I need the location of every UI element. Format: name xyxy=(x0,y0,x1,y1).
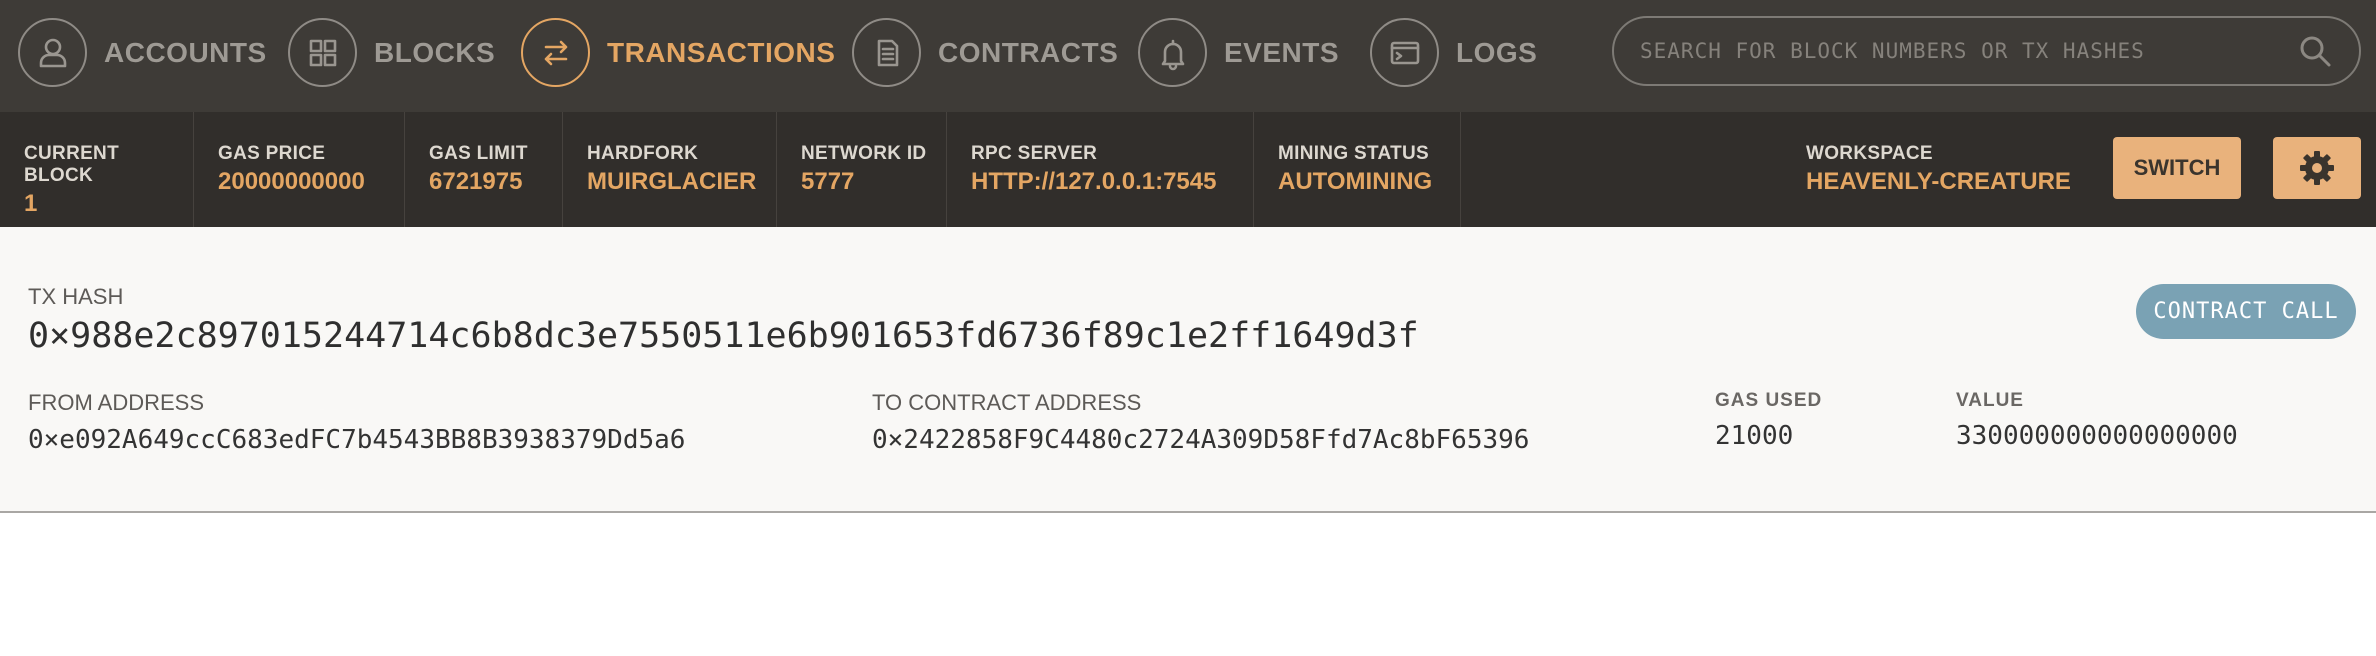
stat-gas-price: GAS PRICE 20000000000 xyxy=(194,112,405,227)
status-bar: CURRENT BLOCK 1 GAS PRICE 20000000000 GA… xyxy=(0,112,2376,227)
from-address-label: FROM ADDRESS xyxy=(28,390,205,415)
tx-hash-label: TX HASH xyxy=(28,284,124,309)
to-contract-address-value[interactable]: 0×2422858F9C4480c2724A309D58Ffd7Ac8bF653… xyxy=(872,425,1529,455)
stat-gas-limit-value: 6721975 xyxy=(429,168,523,195)
stat-mining-status: MINING STATUS AUTOMINING xyxy=(1254,112,1461,227)
stat-current-block-label: CURRENT BLOCK xyxy=(24,143,119,186)
transaction-detail-card xyxy=(0,227,2376,513)
nav-contracts-label: CONTRACTS xyxy=(938,36,1119,68)
stat-workspace: WORKSPACE HEAVENLY-CREATURE xyxy=(1782,112,2082,227)
tx-hash-value: 0×988e2c897015244714c6b8dc3e7550511e6b90… xyxy=(28,316,1419,356)
nav-blocks-label: BLOCKS xyxy=(374,36,496,68)
stat-current-block-value: 1 xyxy=(24,190,38,217)
stat-network-id-label: NETWORK ID xyxy=(801,143,927,164)
top-navigation: ACCOUNTS BLOCKS TRANSACTIONS CONTRACTS E… xyxy=(0,0,2376,112)
stat-rpc-server-value: HTTP://127.0.0.1:7545 xyxy=(971,168,1217,195)
from-address-value[interactable]: 0×e092A649ccC683edFC7b4543BB8B3938379Dd5… xyxy=(28,425,685,455)
nav-accounts-label: ACCOUNTS xyxy=(104,36,267,68)
nav-blocks[interactable]: BLOCKS xyxy=(288,15,495,90)
terminal-icon xyxy=(1370,18,1439,87)
settings-button[interactable] xyxy=(2273,137,2361,199)
stat-gas-price-label: GAS PRICE xyxy=(218,143,326,164)
stat-gas-price-value: 20000000000 xyxy=(218,168,365,195)
stat-gas-limit: GAS LIMIT 6721975 xyxy=(405,112,563,227)
stat-mining-status-label: MINING STATUS xyxy=(1278,143,1429,164)
to-contract-address-label: TO CONTRACT ADDRESS xyxy=(872,390,1142,415)
stat-rpc-server: RPC SERVER HTTP://127.0.0.1:7545 xyxy=(947,112,1254,227)
stat-workspace-label: WORKSPACE xyxy=(1806,143,1933,164)
switch-workspace-button[interactable]: SWITCH xyxy=(2113,137,2241,199)
gas-used-value: 21000 xyxy=(1715,421,1794,451)
nav-transactions[interactable]: TRANSACTIONS xyxy=(521,15,835,90)
nav-logs[interactable]: LOGS xyxy=(1370,15,1537,90)
nav-events-label: EVENTS xyxy=(1224,36,1340,68)
stat-network-id-value: 5777 xyxy=(801,168,855,195)
nav-transactions-label: TRANSACTIONS xyxy=(607,36,836,68)
stat-hardfork-label: HARDFORK xyxy=(587,143,699,164)
contract-call-badge: CONTRACT CALL xyxy=(2136,284,2356,339)
stat-gas-limit-label: GAS LIMIT xyxy=(429,143,528,164)
nav-contracts[interactable]: CONTRACTS xyxy=(852,15,1118,90)
account-icon xyxy=(18,18,87,87)
stat-hardfork: HARDFORK MUIRGLACIER xyxy=(563,112,777,227)
gas-used-label: GAS USED xyxy=(1715,390,1823,411)
nav-events[interactable]: EVENTS xyxy=(1138,15,1339,90)
stat-mining-status-value: AUTOMINING xyxy=(1278,168,1433,195)
search-box xyxy=(1612,16,2361,86)
search-icon[interactable] xyxy=(2297,33,2333,69)
bell-icon xyxy=(1138,18,1207,87)
transactions-icon xyxy=(521,18,590,87)
nav-accounts[interactable]: ACCOUNTS xyxy=(18,15,267,90)
nav-logs-label: LOGS xyxy=(1456,36,1538,68)
value-label: VALUE xyxy=(1956,390,2024,411)
search-input[interactable] xyxy=(1638,38,2297,64)
blocks-icon xyxy=(288,18,357,87)
stat-network-id: NETWORK ID 5777 xyxy=(777,112,947,227)
stat-workspace-value: HEAVENLY-CREATURE xyxy=(1806,168,2071,195)
gear-icon xyxy=(2300,151,2334,185)
stat-current-block: CURRENT BLOCK 1 xyxy=(0,112,194,227)
stat-hardfork-value: MUIRGLACIER xyxy=(587,168,757,195)
stat-rpc-server-label: RPC SERVER xyxy=(971,143,1098,164)
contracts-icon xyxy=(852,18,921,87)
value-amount: 330000000000000000 xyxy=(1956,421,2238,451)
